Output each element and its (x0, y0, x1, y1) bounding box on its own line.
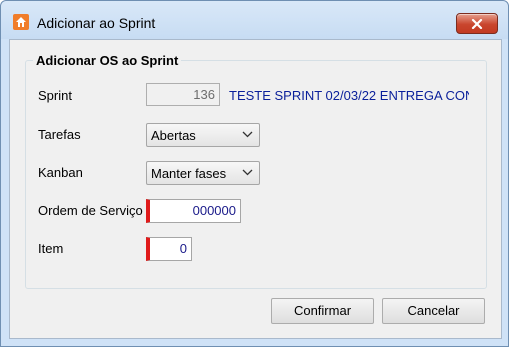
window-title: Adicionar ao Sprint (37, 15, 156, 31)
sprint-number-field: 136 (146, 83, 220, 106)
confirm-button[interactable]: Confirmar (271, 298, 374, 324)
sprint-label: Sprint (38, 88, 72, 103)
tarefas-select[interactable]: Abertas (146, 123, 260, 147)
tarefas-label: Tarefas (38, 127, 81, 142)
close-icon (471, 18, 483, 29)
kanban-label: Kanban (38, 165, 83, 180)
dialog-window: Adicionar ao Sprint Adicionar OS ao Spri… (0, 0, 509, 347)
group-title: Adicionar OS ao Sprint (33, 53, 182, 68)
sprint-description: TESTE SPRINT 02/03/22 ENTREGA CONTI (229, 88, 469, 103)
title-bar[interactable]: Adicionar ao Sprint (1, 1, 508, 39)
cancel-button[interactable]: Cancelar (382, 298, 485, 324)
item-input[interactable]: 0 (146, 237, 192, 261)
ordem-servico-label: Ordem de Serviço (38, 203, 143, 218)
app-icon (13, 14, 29, 30)
tarefas-selected-value: Abertas (151, 128, 196, 143)
dialog-content: Adicionar OS ao Sprint Sprint 136 TESTE … (9, 39, 502, 339)
chevron-down-icon (242, 131, 253, 138)
kanban-select[interactable]: Manter fases (146, 161, 260, 185)
ordem-servico-input[interactable]: 000000 (146, 199, 241, 223)
kanban-selected-value: Manter fases (151, 166, 227, 181)
item-label: Item (38, 241, 64, 256)
chevron-down-icon (242, 169, 253, 176)
close-button[interactable] (456, 13, 498, 34)
